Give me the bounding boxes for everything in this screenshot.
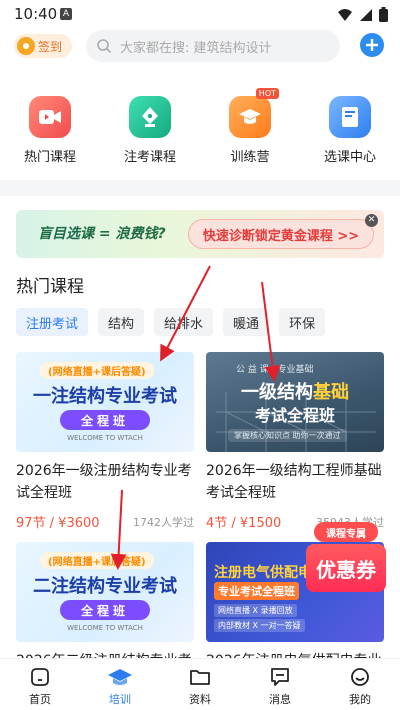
filter-chip[interactable]: 注册考试 xyxy=(16,308,89,336)
filter-chip[interactable]: 暖通 xyxy=(223,308,270,336)
pen-nib-icon xyxy=(129,96,171,138)
filter-chip[interactable]: 环保 xyxy=(279,308,326,336)
message-icon xyxy=(271,668,289,686)
quick-item-label: 热门课程 xyxy=(23,150,76,165)
tab-training[interactable]: 培训 xyxy=(80,659,160,710)
course-thumbnail: (网络直播+课后答疑) 二注结构专业考试 全程班 WELCOME TO WTAC… xyxy=(16,542,194,642)
quick-item-label: 训练营 xyxy=(230,150,270,165)
wifi-icon xyxy=(338,8,352,21)
tab-label: 培训 xyxy=(109,693,131,706)
coin-icon xyxy=(17,37,35,55)
quick-entries: 热门课程 注考课程 HOT 训练营 选课中心 xyxy=(0,88,400,166)
search-icon xyxy=(97,39,112,54)
section-divider xyxy=(0,180,400,196)
promo-head: 课程专属 xyxy=(314,522,378,542)
course-thumbnail: 公 益 课 | 专业基础 一级结构基础 考试全程班 掌握核心知识点 助你一次通过 xyxy=(206,352,384,452)
quick-item-label: 选课中心 xyxy=(323,150,376,165)
quick-item-hot-courses[interactable]: 热门课程 xyxy=(10,96,90,165)
signal-icon xyxy=(360,8,372,21)
signin-button[interactable]: 签到 xyxy=(14,34,72,58)
promo-body: 优惠券 xyxy=(306,544,386,592)
tab-materials[interactable]: 资料 xyxy=(160,659,240,710)
course-card[interactable]: 公 益 课 | 专业基础 一级结构基础 考试全程班 掌握核心知识点 助你一次通过… xyxy=(206,352,384,531)
thumb-pill: 全程班 xyxy=(60,410,150,430)
bottom-tab-bar: 首页 培训 资料 消息 我的 xyxy=(0,658,400,710)
course-learners: 1742人学过 xyxy=(133,515,194,529)
thumb-subtitle: 专业考试全程班 xyxy=(214,582,299,600)
thumb-pill: 全程班 xyxy=(60,600,150,620)
search-placeholder: 大家都在搜: 建筑结构设计 xyxy=(120,40,272,56)
folder-icon xyxy=(190,670,210,685)
course-title: 2026年一级结构工程师基础考试全程班 xyxy=(206,463,382,501)
plus-icon xyxy=(366,39,378,51)
profile-icon xyxy=(351,668,369,686)
diagnosis-banner[interactable]: 盲目选课 = 浪费钱? 快速诊断锁定黄金课程 >> ✕ xyxy=(16,210,384,258)
course-price: 4节 / ¥1500 xyxy=(206,516,282,531)
thumb-subtitle: WELCOME TO WTACH xyxy=(67,624,143,632)
filter-chip[interactable]: 结构 xyxy=(98,308,145,336)
course-thumbnail: (网络直播+课后答疑) 一注结构专业考试 全程班 WELCOME TO WTAC… xyxy=(16,352,194,452)
thumb-title: 一注结构专业考试 xyxy=(33,386,177,407)
banner-left-text: 盲目选课 = 浪费钱? xyxy=(38,226,166,242)
tab-label: 我的 xyxy=(349,693,371,706)
add-button[interactable] xyxy=(360,33,384,57)
thumb-title-main: 一级结构 xyxy=(241,382,313,403)
quick-item-bootcamp[interactable]: HOT 训练营 xyxy=(210,88,290,165)
tab-label: 资料 xyxy=(189,693,211,706)
thumb-subtitle: WELCOME TO WTACH xyxy=(67,434,143,442)
thumb-tag: (网络直播+课后答疑) xyxy=(40,362,154,379)
quick-item-exam-courses[interactable]: 注考课程 xyxy=(110,96,190,165)
search-input[interactable]: 大家都在搜: 建筑结构设计 xyxy=(86,30,340,62)
course-price: 97节 / ¥3600 xyxy=(16,516,100,531)
status-bar: 10:40 A xyxy=(0,0,400,30)
thumb-footer: 掌握核心知识点 助你一次通过 xyxy=(228,429,347,442)
top-bar: 签到 大家都在搜: 建筑结构设计 xyxy=(0,28,400,64)
tab-profile[interactable]: 我的 xyxy=(320,659,400,710)
book-icon xyxy=(329,96,371,138)
signin-label: 签到 xyxy=(38,39,63,54)
tab-messages[interactable]: 消息 xyxy=(240,659,320,710)
coupon-promo[interactable]: 课程专属 优惠券 xyxy=(306,522,386,598)
course-card[interactable]: (网络直播+课后答疑) 一注结构专业考试 全程班 WELCOME TO WTAC… xyxy=(16,352,194,531)
course-title: 2026年一级注册结构专业考试全程班 xyxy=(16,463,192,501)
battery-icon xyxy=(379,7,388,22)
quick-item-course-center[interactable]: 选课中心 xyxy=(310,96,390,165)
thumb-title-second: 考试全程班 xyxy=(254,406,335,425)
close-icon[interactable]: ✕ xyxy=(365,214,378,227)
system-icons xyxy=(337,7,388,22)
thumb-title: 一级结构基础 xyxy=(206,378,384,404)
video-icon xyxy=(29,96,71,138)
thumb-tag: (网络直播+课后答疑) xyxy=(40,552,154,569)
notification-badge: A xyxy=(60,8,72,20)
tab-label: 消息 xyxy=(269,693,291,706)
graduation-cap-icon: HOT xyxy=(229,88,279,138)
thumb-tag: 公 益 课 | 专业基础 xyxy=(236,365,314,375)
quick-item-label: 注考课程 xyxy=(123,150,176,165)
hot-badge: HOT xyxy=(255,88,279,99)
home-icon xyxy=(31,668,49,686)
thumb-title: 注册电气供配电 xyxy=(214,565,312,581)
thumb-title: 二注结构专业考试 xyxy=(33,576,177,597)
tab-home[interactable]: 首页 xyxy=(0,659,80,710)
thumb-title-highlight: 基础 xyxy=(313,382,349,403)
tab-label: 首页 xyxy=(29,693,51,706)
filter-chip[interactable]: 给排水 xyxy=(154,308,214,336)
status-time: 10:40 xyxy=(14,5,58,23)
thumb-feature: 网络直播 X 录播回放 xyxy=(214,604,297,617)
banner-cta[interactable]: 快速诊断锁定黄金课程 >> xyxy=(188,219,374,249)
section-title: 热门课程 xyxy=(16,277,84,297)
graduation-cap-icon xyxy=(108,669,132,685)
category-filters: 注册考试 结构 给排水 暖通 环保 xyxy=(16,308,326,336)
thumb-feature: 内部教材 X 一对一答疑 xyxy=(214,619,305,632)
